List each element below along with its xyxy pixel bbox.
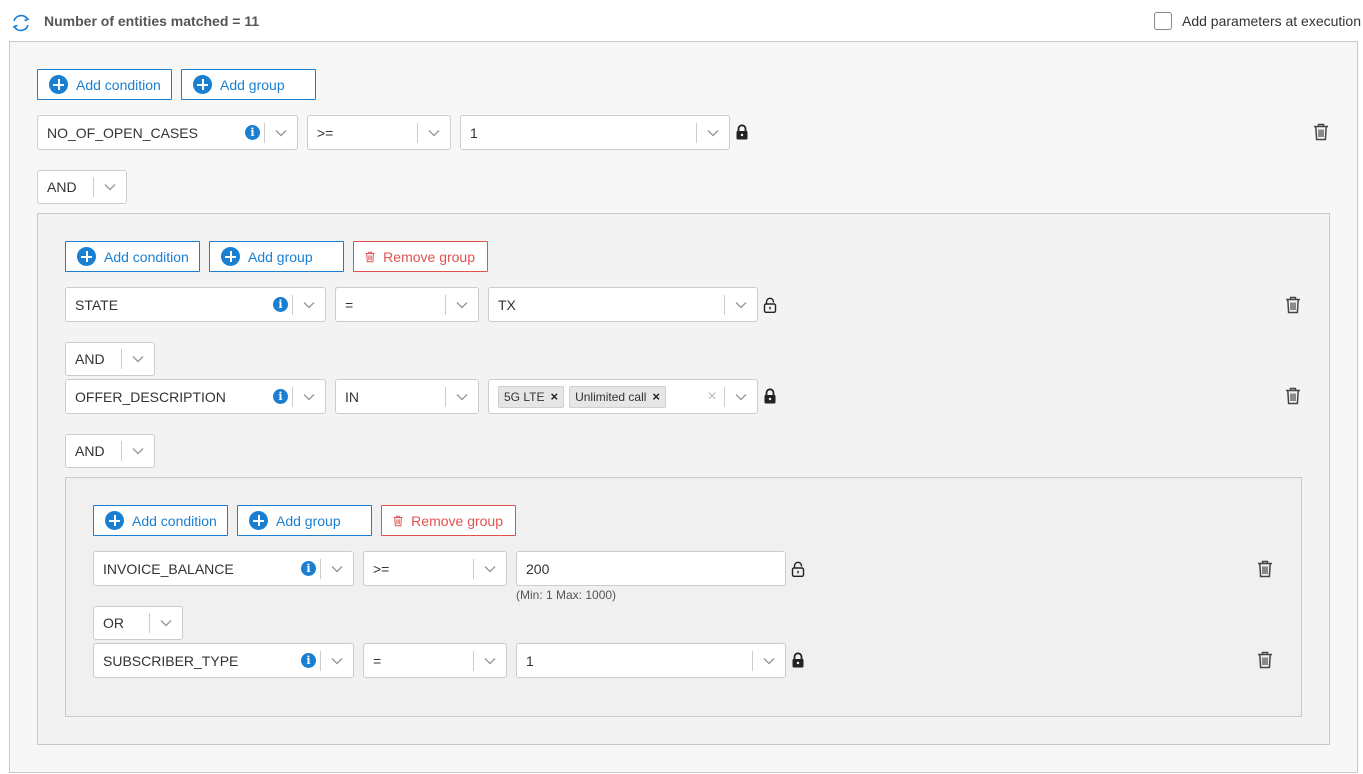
chevron-down-icon bbox=[293, 380, 325, 413]
chevron-down-icon bbox=[122, 435, 154, 467]
chevron-down-icon bbox=[321, 644, 353, 677]
trash-icon[interactable] bbox=[1285, 387, 1301, 405]
connector-select[interactable]: OR bbox=[93, 606, 183, 640]
chevron-down-icon bbox=[725, 288, 757, 321]
chevron-down-icon bbox=[265, 116, 297, 149]
unlock-icon[interactable] bbox=[791, 561, 805, 577]
add-group-button[interactable]: Add group bbox=[237, 505, 372, 536]
info-icon[interactable]: i bbox=[301, 653, 316, 668]
connector-select[interactable]: AND bbox=[65, 434, 155, 468]
add-params-at-execution[interactable]: Add parameters at execution bbox=[1154, 12, 1361, 30]
chevron-down-icon bbox=[697, 116, 729, 149]
value-select[interactable]: 1 bbox=[516, 643, 786, 678]
trash-icon bbox=[365, 248, 375, 266]
operator-select[interactable]: >= bbox=[363, 551, 507, 586]
range-hint: (Min: 1 Max: 1000) bbox=[516, 588, 617, 602]
value-chip: 5G LTE × bbox=[498, 385, 565, 408]
clear-icon[interactable]: × bbox=[700, 388, 724, 406]
chevron-down-icon bbox=[725, 380, 757, 413]
info-icon[interactable]: i bbox=[273, 389, 288, 404]
trash-icon[interactable] bbox=[1313, 123, 1329, 141]
field-select[interactable]: OFFER_DESCRIPTION i bbox=[65, 379, 326, 414]
field-select[interactable]: STATE i bbox=[65, 287, 326, 322]
trash-icon[interactable] bbox=[1285, 296, 1301, 314]
plus-circle-icon bbox=[77, 247, 96, 266]
operator-select[interactable]: IN bbox=[335, 379, 479, 414]
plus-circle-icon bbox=[49, 75, 68, 94]
chevron-down-icon bbox=[418, 116, 450, 149]
chevron-down-icon bbox=[94, 171, 126, 203]
trash-icon[interactable] bbox=[1257, 651, 1273, 669]
operator-select[interactable]: >= bbox=[307, 115, 451, 150]
refresh-icon[interactable] bbox=[10, 12, 32, 34]
connector-select[interactable]: AND bbox=[65, 342, 155, 376]
info-icon[interactable]: i bbox=[273, 297, 288, 312]
field-select[interactable]: SUBSCRIBER_TYPE i bbox=[93, 643, 354, 678]
chevron-down-icon bbox=[122, 343, 154, 375]
plus-circle-icon bbox=[221, 247, 240, 266]
multi-value-select[interactable]: 5G LTE × Unlimited call × × bbox=[488, 379, 758, 414]
info-icon[interactable]: i bbox=[245, 125, 260, 140]
remove-group-button[interactable]: Remove group bbox=[381, 505, 516, 536]
value-input[interactable]: 200 bbox=[516, 551, 786, 586]
connector-select[interactable]: AND bbox=[37, 170, 127, 204]
add-condition-button[interactable]: Add condition bbox=[65, 241, 200, 272]
remove-chip-icon[interactable]: × bbox=[550, 389, 558, 404]
chevron-down-icon bbox=[150, 607, 182, 639]
chevron-down-icon bbox=[321, 552, 353, 585]
remove-group-button[interactable]: Remove group bbox=[353, 241, 488, 272]
field-select[interactable]: NO_OF_OPEN_CASES i bbox=[37, 115, 298, 150]
chevron-down-icon bbox=[753, 644, 785, 677]
plus-circle-icon bbox=[249, 511, 268, 530]
add-params-label: Add parameters at execution bbox=[1182, 13, 1361, 29]
lock-icon[interactable] bbox=[735, 124, 749, 140]
remove-chip-icon[interactable]: × bbox=[652, 389, 660, 404]
trash-icon[interactable] bbox=[1257, 560, 1273, 578]
checkbox[interactable] bbox=[1154, 12, 1172, 30]
add-group-button[interactable]: Add group bbox=[181, 69, 316, 100]
lock-icon[interactable] bbox=[791, 652, 805, 668]
unlock-icon[interactable] bbox=[763, 297, 777, 313]
plus-circle-icon bbox=[105, 511, 124, 530]
chevron-down-icon bbox=[446, 288, 478, 321]
add-condition-button[interactable]: Add condition bbox=[37, 69, 172, 100]
operator-select[interactable]: = bbox=[335, 287, 479, 322]
value-select[interactable]: 1 bbox=[460, 115, 730, 150]
chevron-down-icon bbox=[474, 552, 506, 585]
chevron-down-icon bbox=[474, 644, 506, 677]
info-icon[interactable]: i bbox=[301, 561, 316, 576]
value-select[interactable]: TX bbox=[488, 287, 758, 322]
lock-icon[interactable] bbox=[763, 388, 777, 404]
entities-matched-label: Number of entities matched = 11 bbox=[44, 13, 260, 29]
field-select[interactable]: INVOICE_BALANCE i bbox=[93, 551, 354, 586]
value-chip: Unlimited call × bbox=[569, 385, 667, 408]
add-condition-button[interactable]: Add condition bbox=[93, 505, 228, 536]
chevron-down-icon bbox=[446, 380, 478, 413]
trash-icon bbox=[393, 512, 403, 530]
add-group-button[interactable]: Add group bbox=[209, 241, 344, 272]
plus-circle-icon bbox=[193, 75, 212, 94]
chevron-down-icon bbox=[293, 288, 325, 321]
operator-select[interactable]: = bbox=[363, 643, 507, 678]
